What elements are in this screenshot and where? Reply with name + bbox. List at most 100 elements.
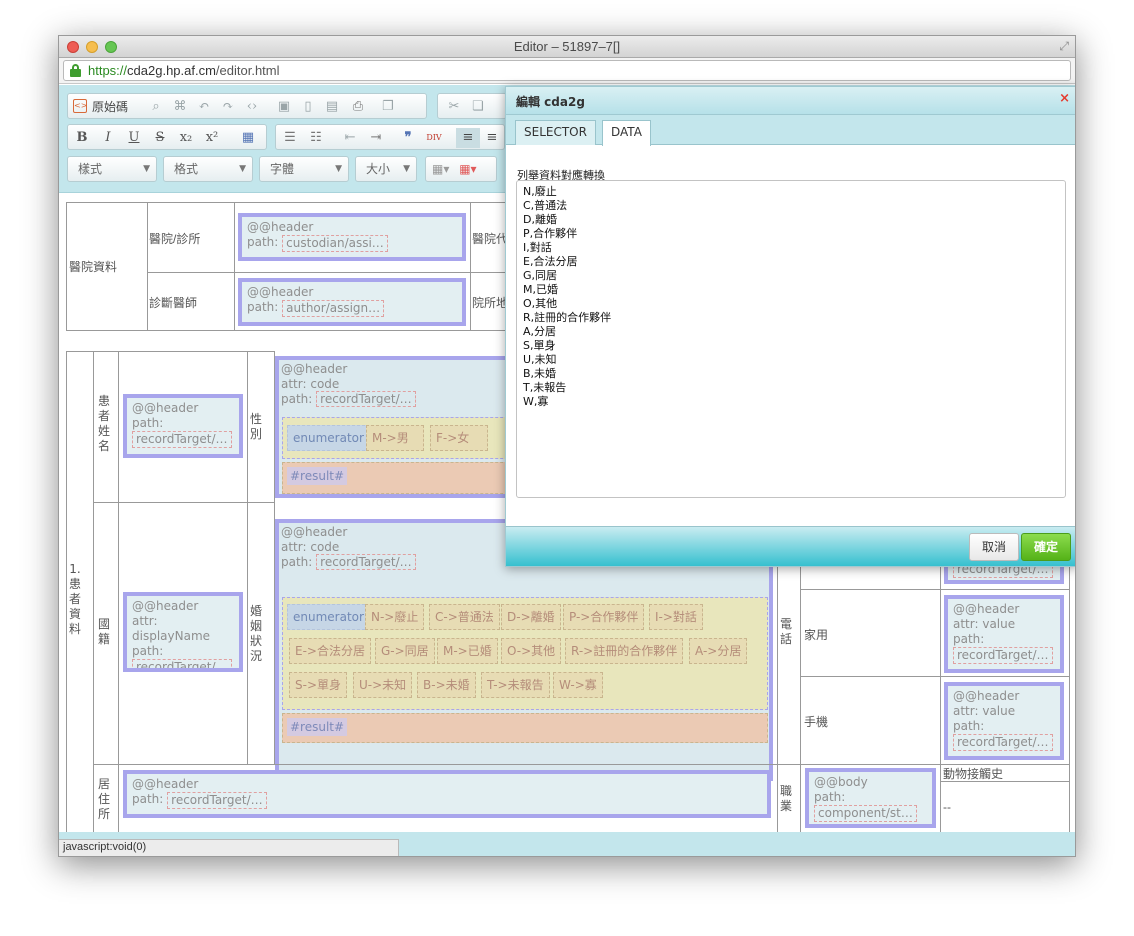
undo-icon[interactable]: ↶ <box>194 97 214 117</box>
enum-chip[interactable]: I->對話 <box>649 604 703 630</box>
enum-chip[interactable]: M->男 <box>366 425 424 451</box>
tab-data[interactable]: DATA <box>602 120 651 146</box>
fullscreen-icon[interactable]: ⤢ <box>1059 39 1069 54</box>
indent-icon[interactable]: ⇥ <box>366 128 386 148</box>
copy-icon[interactable]: ❏ <box>468 97 488 117</box>
result-chip[interactable]: #result# <box>287 718 348 736</box>
strike-icon[interactable]: S <box>150 128 170 148</box>
italic-icon[interactable]: I <box>98 128 118 148</box>
enum-chip[interactable]: O->其他 <box>501 638 562 664</box>
header-tag-author[interactable]: @@header path: author/assign… <box>238 278 466 326</box>
enum-chip[interactable]: M->已婚 <box>437 638 498 664</box>
enum-chip[interactable]: W->寡 <box>553 672 603 698</box>
redo-icon[interactable]: ↷ <box>218 97 238 117</box>
enum-chip[interactable]: T->未報告 <box>481 672 550 698</box>
hospital-clinic-label: 醫院/診所 <box>149 232 201 246</box>
code-icon[interactable]: ‹› <box>242 97 262 117</box>
preview-icon[interactable]: ▤ <box>322 97 342 117</box>
mobile-label: 手機 <box>804 715 829 729</box>
mapping-line: B,未婚 <box>523 367 557 380</box>
body-tag-occupation[interactable]: @@body path: component/st… <box>805 768 936 828</box>
format-group: B I U S x₂ x² ▦ <box>67 124 267 150</box>
mapping-line: O,其他 <box>523 297 558 310</box>
blockquote-icon[interactable]: ❞ <box>398 128 418 148</box>
cut-icon[interactable]: ✂ <box>444 97 464 117</box>
bulleted-list-icon[interactable]: ☷ <box>306 128 326 148</box>
cancel-button[interactable]: 取消 <box>968 533 1019 561</box>
enumerator-chip[interactable]: enumerator <box>287 425 370 451</box>
result-chip[interactable]: #result# <box>287 467 348 485</box>
paragraph-group: ☰ ☷ ⇤ ⇥ ❞ DIV ≡ ≡ <box>275 124 505 150</box>
header-tag-mobile[interactable]: @@header attr: value path: recordTarget/… <box>944 682 1064 760</box>
chevron-down-icon: ▼ <box>335 164 342 174</box>
url-scheme: https:// <box>88 63 128 78</box>
find-icon[interactable]: ⌕ <box>146 97 166 117</box>
enum-chip[interactable]: E->合法分居 <box>289 638 371 664</box>
underline-icon[interactable]: U <box>124 128 144 148</box>
tag-path-value: recordTarget/… <box>316 554 416 570</box>
header-tag-nationality[interactable]: @@header attr: displayName path: recordT… <box>123 592 243 672</box>
enum-chip[interactable]: G->同居 <box>375 638 435 664</box>
url-host: cda2g.hp.af.cm <box>127 63 216 78</box>
align-center-icon[interactable]: ≡ <box>482 128 502 148</box>
source-button[interactable]: 原始碼 <box>92 98 128 115</box>
enumerator-chip[interactable]: enumerator <box>287 604 370 630</box>
tag-header-text: @@header <box>281 525 348 539</box>
toolbar-row-1-group: <> 原始碼 ⌕ ⌘ ↶ ↷ ‹› ▣ ▯ ▤ ⎙ ❐ <box>67 93 427 119</box>
new-page-icon[interactable]: ▯ <box>298 97 318 117</box>
templates-icon[interactable]: ❐ <box>378 97 398 117</box>
save-icon[interactable]: ▣ <box>274 97 294 117</box>
gender-label: 性別 <box>249 412 262 441</box>
gender-header-tag[interactable]: @@header attr: code path: recordTarget/… <box>281 362 416 407</box>
styles-combo[interactable]: 樣式 ▼ <box>67 156 157 182</box>
tab-selector[interactable]: SELECTOR <box>515 120 596 145</box>
edit-dialog: 編輯 cda2g × SELECTOR DATA 列舉資料對應轉換 N,廢止 C… <box>505 86 1075 567</box>
data-mapping-textarea[interactable]: N,廢止 C,普通法 D,離婚 P,合作夥伴 I,對話 E,合法分居 G,同居 … <box>516 180 1066 498</box>
phone-label: 電話 <box>779 617 792 646</box>
header-tag-residence[interactable]: @@header path: recordTarget/… <box>123 770 771 818</box>
size-combo-label: 大小 <box>366 162 391 176</box>
format-combo[interactable]: 格式 ▼ <box>163 156 253 182</box>
mapping-line: R,註冊的合作夥伴 <box>523 311 612 324</box>
header-tag-patient-name[interactable]: @@header path: recordTarget/… <box>123 394 243 458</box>
ok-button[interactable]: 確定 <box>1020 533 1071 561</box>
numbered-list-icon[interactable]: ☰ <box>280 128 300 148</box>
print-icon[interactable]: ⎙ <box>348 97 368 117</box>
remove-format-icon[interactable]: ▦ <box>238 128 258 148</box>
tag-header-text: @@header <box>132 777 199 791</box>
div-icon[interactable]: DIV <box>424 128 444 148</box>
enum-chip[interactable]: C->普通法 <box>429 604 500 630</box>
enum-chip[interactable]: F->女 <box>430 425 488 451</box>
enum-chip[interactable]: A->分居 <box>689 638 748 664</box>
enum-chip[interactable]: D->離婚 <box>501 604 561 630</box>
bold-icon[interactable]: B <box>72 128 92 148</box>
enum-chip[interactable]: B->未婚 <box>417 672 476 698</box>
tag-path-value: author/assign… <box>282 300 385 317</box>
replace-icon[interactable]: ⌘ <box>170 97 190 117</box>
patient-name-label: 患者姓名 <box>97 394 110 453</box>
enum-chip[interactable]: S->單身 <box>289 672 348 698</box>
enum-chip[interactable]: N->廢止 <box>365 604 425 630</box>
enum-chip[interactable]: P->合作夥伴 <box>563 604 645 630</box>
enum-chip[interactable]: U->未知 <box>353 672 413 698</box>
size-combo[interactable]: 大小 ▼ <box>355 156 417 182</box>
superscript-icon[interactable]: x² <box>202 128 222 148</box>
color-group: ▦▾ ▦▾ <box>425 156 497 182</box>
table-icon[interactable]: ▦▾ <box>459 162 476 176</box>
url-field[interactable]: https://cda2g.hp.af.cm/editor.html <box>63 60 1071 81</box>
subscript-icon[interactable]: x₂ <box>176 128 196 148</box>
font-combo[interactable]: 字體 ▼ <box>259 156 349 182</box>
marital-header-tag[interactable]: @@header attr: code path: recordTarget/… <box>281 525 416 570</box>
outdent-icon[interactable]: ⇤ <box>340 128 360 148</box>
gender-result-box: #result# <box>282 462 518 494</box>
tag-path-label: path: <box>814 790 846 804</box>
header-tag-custodian[interactable]: @@header path: custodian/assi… <box>238 213 466 261</box>
close-icon[interactable]: × <box>1059 91 1070 106</box>
tag-attr-text: attr: value <box>953 617 1016 631</box>
animal-contact-value: -- <box>943 800 951 814</box>
text-color-icon[interactable]: ▦▾ <box>432 162 449 176</box>
enum-chip[interactable]: R->註冊的合作夥伴 <box>565 638 684 664</box>
header-tag-home[interactable]: @@header attr: value path: recordTarget/… <box>944 595 1064 673</box>
tag-attr-text: attr: code <box>281 377 340 391</box>
align-left-icon[interactable]: ≡ <box>456 128 480 148</box>
